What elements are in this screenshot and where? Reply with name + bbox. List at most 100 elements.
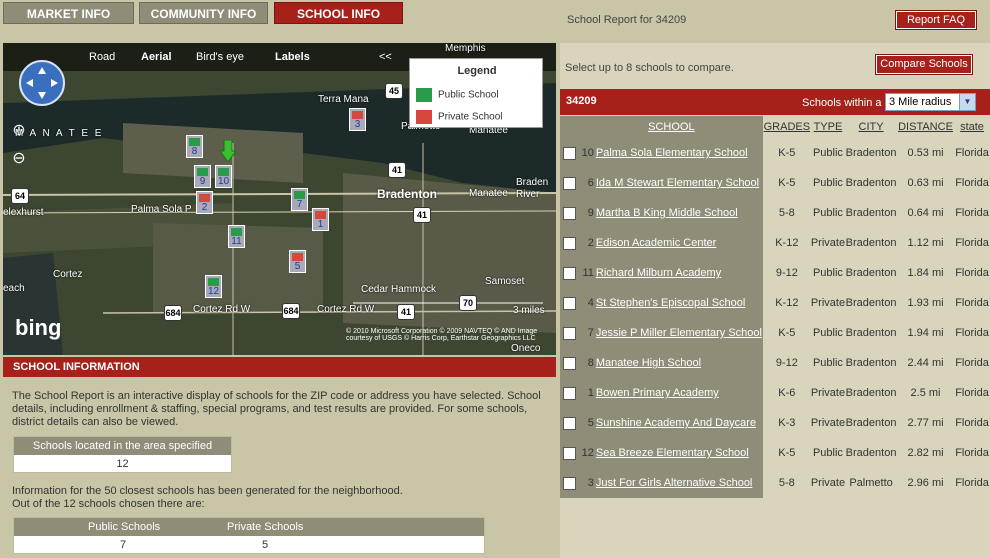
- school-link[interactable]: Bowen Primary Academy: [596, 387, 719, 399]
- school-link[interactable]: Just For Girls Alternative School: [596, 477, 753, 489]
- school-link[interactable]: St Stephen's Episcopal School: [596, 297, 745, 309]
- school-name-cell: 11 Richard Milburn Academy: [579, 258, 763, 288]
- school-marker[interactable]: 1: [312, 208, 329, 231]
- school-marker[interactable]: 10: [215, 165, 232, 188]
- school-marker[interactable]: 8: [186, 135, 203, 158]
- tab-community-info[interactable]: COMMUNITY INFO: [139, 2, 268, 24]
- school-state: Florida: [955, 177, 989, 189]
- school-checkbox[interactable]: [560, 168, 580, 198]
- school-checkbox[interactable]: [560, 378, 580, 408]
- school-state: Florida: [955, 447, 989, 459]
- school-grades: K-12: [775, 297, 799, 309]
- school-checkbox[interactable]: [560, 408, 580, 438]
- road-shield: 41: [388, 162, 406, 178]
- school-link[interactable]: Ida M Stewart Elementary School: [596, 177, 759, 189]
- radius-label: Schools within a: [802, 97, 882, 109]
- school-marker[interactable]: 3: [349, 108, 366, 131]
- column-header-type[interactable]: TYPE: [810, 116, 846, 138]
- tab-school-info[interactable]: SCHOOL INFO: [274, 2, 403, 24]
- school-grades: K-12: [775, 237, 799, 249]
- school-name-cell: 7 Jessie P Miller Elementary School: [579, 318, 763, 348]
- table-row: 4 St Stephen's Episcopal School K-12 Privat…: [560, 288, 990, 318]
- checkbox[interactable]: [563, 386, 577, 400]
- school-state: Florida: [955, 267, 989, 279]
- school-name-cell: 9 Martha B King Middle School: [579, 198, 763, 228]
- school-checkbox[interactable]: [560, 348, 580, 378]
- compare-schools-button[interactable]: Compare Schools: [875, 54, 973, 75]
- school-link[interactable]: Palma Sola Elementary School: [596, 147, 748, 159]
- school-checkbox[interactable]: [560, 468, 580, 498]
- school-checkbox[interactable]: [560, 138, 580, 168]
- public-private-box: Public Schools Private Schools 7 5: [13, 517, 485, 554]
- column-header-city[interactable]: CITY: [845, 116, 898, 138]
- school-grades: K-5: [778, 147, 796, 159]
- checkbox[interactable]: [563, 146, 577, 160]
- school-number: 6: [587, 177, 594, 189]
- school-distance: 2.44 mi: [907, 357, 944, 369]
- map-label: Cedar Hammock: [361, 284, 437, 295]
- school-link[interactable]: Sunshine Academy And Daycare: [596, 417, 756, 429]
- school-grades: K-6: [778, 387, 796, 399]
- school-grades: 9-12: [775, 267, 798, 279]
- checkbox[interactable]: [563, 236, 577, 250]
- school-link[interactable]: Martha B King Middle School: [596, 207, 738, 219]
- table-row: 10 Palma Sola Elementary School K-5 Public B…: [560, 138, 990, 168]
- school-marker[interactable]: 9: [194, 165, 211, 188]
- school-name-cell: 10 Palma Sola Elementary School: [579, 138, 763, 168]
- school-checkbox[interactable]: [560, 318, 580, 348]
- birdseye-view-button[interactable]: Bird's eye: [196, 51, 244, 63]
- school-marker[interactable]: 12: [205, 275, 222, 298]
- school-checkbox[interactable]: [560, 288, 580, 318]
- road-shield: 45: [385, 83, 403, 99]
- checkbox[interactable]: [563, 416, 577, 430]
- school-number: 1: [587, 387, 594, 399]
- radius-select[interactable]: 3 Mile radius ▼: [885, 93, 976, 111]
- school-map[interactable]: Road Aerial Bird's eye Labels << ⊕ ⊖ Mem…: [3, 43, 556, 355]
- school-checkbox[interactable]: [560, 258, 580, 288]
- checkbox[interactable]: [563, 326, 577, 340]
- school-type: Public: [812, 327, 843, 339]
- checkbox[interactable]: [563, 266, 577, 280]
- chevron-down-icon[interactable]: ▼: [959, 94, 975, 110]
- map-label: Terra Mana: [318, 94, 369, 105]
- school-city: Bradenton: [845, 297, 897, 309]
- checkbox[interactable]: [563, 176, 577, 190]
- school-checkbox[interactable]: [560, 198, 580, 228]
- tab-market-info[interactable]: MARKET INFO: [3, 2, 134, 24]
- school-marker[interactable]: 2: [196, 191, 213, 214]
- aerial-view-button[interactable]: Aerial: [141, 51, 172, 63]
- checkbox[interactable]: [563, 356, 577, 370]
- school-link[interactable]: Sea Breeze Elementary School: [596, 447, 749, 459]
- report-faq-button[interactable]: Report FAQ: [895, 10, 977, 30]
- school-link[interactable]: Richard Milburn Academy: [596, 267, 721, 279]
- school-distance: 0.64 mi: [907, 207, 944, 219]
- school-link[interactable]: Manatee High School: [596, 357, 701, 369]
- school-grades: 5-8: [778, 477, 795, 489]
- table-row: 12 Sea Breeze Elementary School K-5 Public B…: [560, 438, 990, 468]
- school-marker[interactable]: 5: [289, 250, 306, 273]
- checkbox[interactable]: [563, 446, 577, 460]
- school-type: Public: [812, 147, 843, 159]
- school-distance: 0.53 mi: [907, 147, 944, 159]
- column-header-distance[interactable]: DISTANCE: [897, 116, 954, 138]
- school-marker[interactable]: 7: [291, 188, 308, 211]
- school-distance: 1.12 mi: [907, 237, 944, 249]
- column-header-grades[interactable]: GRADES: [762, 116, 811, 138]
- school-link[interactable]: Jessie P Miller Elementary School: [596, 327, 762, 339]
- collapse-toolbar-button[interactable]: <<: [379, 51, 392, 63]
- road-view-button[interactable]: Road: [89, 51, 115, 63]
- school-checkbox[interactable]: [560, 228, 580, 258]
- school-checkbox[interactable]: [560, 438, 580, 468]
- pan-compass-icon[interactable]: [19, 60, 65, 106]
- labels-toggle[interactable]: Labels: [275, 51, 310, 63]
- school-marker[interactable]: 11: [228, 225, 245, 248]
- checkbox[interactable]: [563, 296, 577, 310]
- zoom-out-icon[interactable]: ⊖: [11, 151, 27, 167]
- report-title: School Report for 34209: [567, 14, 687, 26]
- column-header-school[interactable]: SCHOOL: [579, 116, 763, 138]
- column-header-state[interactable]: state: [954, 116, 990, 138]
- school-link[interactable]: Edison Academic Center: [596, 237, 716, 249]
- checkbox[interactable]: [563, 206, 577, 220]
- table-header-row: SCHOOL GRADES TYPE CITY DISTANCE state: [560, 116, 990, 138]
- checkbox[interactable]: [563, 476, 577, 490]
